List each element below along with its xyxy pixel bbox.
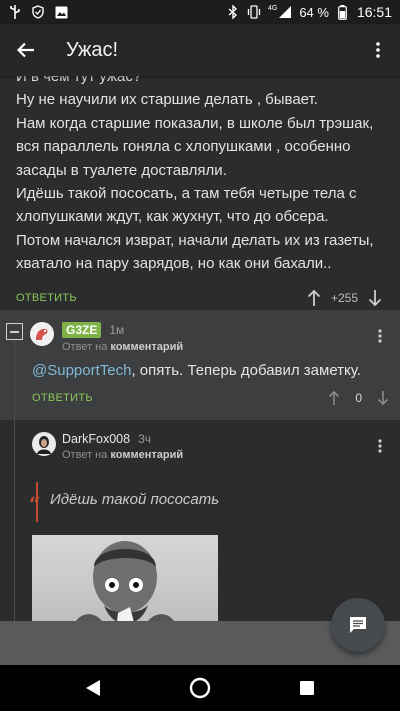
- downvote-icon[interactable]: [374, 388, 392, 408]
- comment-g3ze: G3ZE 1м Ответ на комментарий @SupportTec…: [0, 310, 400, 420]
- signal-icon: [278, 5, 292, 19]
- quote-mark: “: [29, 492, 41, 516]
- comments-content[interactable]: И в чем тут ужас? Ну не научили их старш…: [0, 76, 400, 621]
- reply-button[interactable]: ОТВЕТИТЬ: [16, 292, 77, 304]
- downvote-icon[interactable]: [366, 288, 384, 308]
- comment-icon: [350, 617, 366, 633]
- avatar[interactable]: [30, 322, 54, 346]
- comment-line: Нам когда старшие показали, в школе был …: [16, 114, 374, 132]
- usb-icon: [8, 5, 22, 19]
- upvote-icon[interactable]: [305, 288, 323, 308]
- score: +255: [330, 290, 358, 305]
- comment-time: 1м: [109, 323, 125, 337]
- reply-to-link[interactable]: комментарий: [110, 449, 183, 461]
- kebab-icon: [376, 42, 380, 58]
- arrow-left-icon: [17, 42, 34, 58]
- reply-to-link[interactable]: комментарий: [110, 341, 183, 353]
- circle-home-icon: [189, 677, 211, 699]
- nav-back-button[interactable]: [73, 668, 113, 708]
- comment-line: И в чем тут ужас?: [16, 76, 142, 85]
- comment-actions: ОТВЕТИТЬ 0: [32, 388, 392, 408]
- comment-menu-button[interactable]: [372, 436, 388, 456]
- reply-button[interactable]: ОТВЕТИТЬ: [32, 392, 93, 404]
- avatar-portrait-icon: [37, 436, 51, 454]
- collapse-thread-button[interactable]: [6, 323, 23, 340]
- page-title: Ужас!: [66, 38, 119, 61]
- comment-image[interactable]: [32, 535, 218, 621]
- app-bar: Ужас!: [0, 24, 400, 76]
- quote-text: Идёшь такой пососать: [50, 491, 220, 508]
- comment-line: вся параллель гоняла с хлопушками , особ…: [16, 138, 351, 156]
- comment-text: @SupportTech, опять. Теперь добавил заме…: [32, 362, 361, 379]
- system-nav-bar: [0, 665, 400, 711]
- clock: 16:51: [356, 4, 392, 20]
- overflow-menu-button[interactable]: [356, 24, 400, 76]
- comment-line: Потом начался изврат, начали делать их и…: [16, 231, 374, 249]
- reply-to-info: Ответ на комментарий: [62, 341, 184, 353]
- score: 0: [355, 391, 362, 405]
- write-comment-button[interactable]: [331, 598, 385, 652]
- parent-comment-text: И в чем тут ужас? Ну не научили их старш…: [0, 76, 400, 276]
- back-button[interactable]: [0, 24, 52, 76]
- shield-icon: [31, 5, 45, 19]
- user-mention[interactable]: @SupportTech: [32, 362, 131, 379]
- avatar[interactable]: [32, 432, 56, 456]
- bluetooth-icon: [226, 5, 240, 19]
- comment-line: хлопушками ждут, как жухнут, что до обсе…: [16, 208, 329, 226]
- battery-percent: 64 %: [299, 4, 329, 20]
- comment-time: 3ч: [138, 432, 152, 446]
- status-bar: 4G 64 % 16:51: [0, 0, 400, 24]
- comment-line: Идёшь такой пососать, а там тебя четыре …: [16, 185, 357, 203]
- comment-menu-button[interactable]: [372, 326, 388, 346]
- comment-line: засады в туалете доставляли.: [16, 161, 227, 179]
- comment-line: хватало на пару зарядов, но как они баха…: [16, 255, 332, 273]
- reply-to-info: Ответ на комментарий: [62, 449, 184, 461]
- kebab-icon: [378, 329, 382, 343]
- kebab-icon: [378, 439, 382, 453]
- nav-home-button[interactable]: [180, 668, 220, 708]
- upvote-icon[interactable]: [325, 388, 343, 408]
- username-badge[interactable]: G3ZE: [62, 322, 102, 338]
- comment-line: Ну не научили их старшие делать , бывает…: [16, 91, 318, 109]
- username[interactable]: DarkFox008: [62, 432, 130, 446]
- portrait-photo-icon: [76, 541, 174, 621]
- network-type: 4G: [267, 4, 278, 12]
- image-icon: [54, 5, 68, 19]
- triangle-back-icon: [86, 680, 101, 696]
- avatar-creature-icon: [36, 328, 48, 340]
- battery-icon: [336, 4, 350, 20]
- comment-darkfox008: DarkFox008 3ч Ответ на комментарий “ Идё…: [0, 420, 400, 621]
- vibrate-icon: [247, 5, 261, 19]
- nav-recents-button[interactable]: [287, 668, 327, 708]
- square-recents-icon: [299, 681, 314, 695]
